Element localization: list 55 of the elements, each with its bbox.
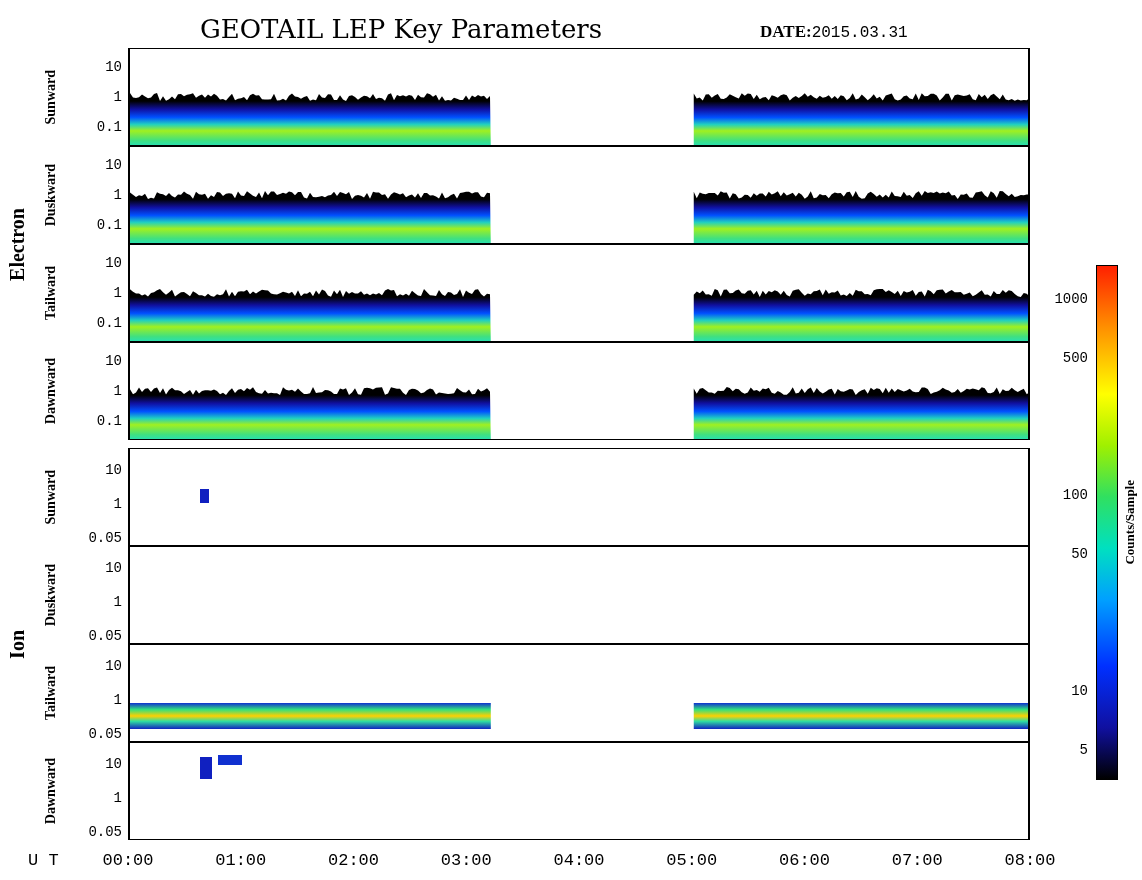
y-tick-label: 0.1	[96, 217, 122, 233]
y-tick-label: 1	[113, 383, 122, 399]
y-tick-label: 0.05	[88, 824, 122, 840]
group-label: Electron	[5, 207, 29, 281]
y-tick-label: 0.05	[88, 530, 122, 546]
time-tick-label: 02:00	[327, 850, 380, 870]
color-scale-tick: 10	[1071, 682, 1088, 699]
color-scale-tick: 50	[1071, 546, 1088, 562]
date-label: DATE:	[760, 22, 812, 42]
y-tick-label: 10	[105, 255, 122, 271]
time-tick-label: 03:00	[439, 850, 493, 870]
y-tick-label: 0.05	[88, 628, 122, 644]
y-tick-label: 1	[113, 496, 122, 512]
panel-label: Dawnward	[43, 357, 59, 425]
chart-title: GEOTAIL LEP Key Parameters	[200, 14, 604, 44]
panel-label: Sunward	[43, 469, 59, 525]
y-tick-label: 0.1	[96, 315, 122, 331]
y-tick-label: 0.1	[96, 119, 122, 135]
spectrogram-drawing	[200, 489, 209, 503]
color-scale-title: Counts/Sample	[1122, 480, 1138, 565]
color-scale-tick: 5	[1079, 741, 1088, 758]
y-tick-label: 1	[113, 790, 122, 806]
y-tick-label: 10	[105, 59, 122, 75]
date-value: 2015.03.31	[811, 24, 908, 42]
time-tick-label: 07:00	[890, 850, 944, 870]
color-scale-tick: 500	[1062, 350, 1088, 367]
y-tick-label: 10	[105, 658, 122, 674]
y-tick-label: 1	[113, 187, 122, 203]
y-tick-label: 1	[113, 89, 122, 105]
y-tick-label: 0.1	[96, 413, 122, 429]
panel-label: Duskward	[43, 163, 59, 227]
time-tick-label: 04:00	[552, 850, 606, 870]
spectrogram-drawing	[200, 755, 242, 779]
time-tick-label: 05:00	[665, 850, 719, 870]
y-tick-label: 10	[105, 157, 122, 173]
panel-label: Duskward	[43, 563, 59, 627]
y-tick-label: 10	[105, 560, 122, 576]
time-tick-label: 08:00	[1003, 850, 1057, 870]
y-tick-label: 10	[105, 756, 122, 772]
panel-label: Sunward	[43, 69, 59, 125]
panel-label: Tailward	[43, 666, 59, 720]
group-label: Ion	[5, 629, 29, 659]
panel-label: Dawnward	[43, 757, 59, 825]
color-scale-tick: 100	[1062, 487, 1088, 504]
y-tick-label: 1	[113, 692, 122, 708]
time-tick-label: 01:00	[214, 850, 268, 870]
time-tick-label: 06:00	[778, 850, 831, 870]
y-tick-label: 1	[113, 594, 122, 610]
y-tick-label: 0.05	[88, 726, 122, 742]
panel-label: Tailward	[43, 266, 59, 320]
y-tick-label: 10	[105, 462, 122, 478]
y-tick-label: 1	[113, 285, 122, 301]
y-tick-label: 10	[105, 353, 122, 369]
time-tick-label: 00:00	[101, 850, 155, 870]
color-scale-tick: 1000	[1054, 291, 1088, 308]
